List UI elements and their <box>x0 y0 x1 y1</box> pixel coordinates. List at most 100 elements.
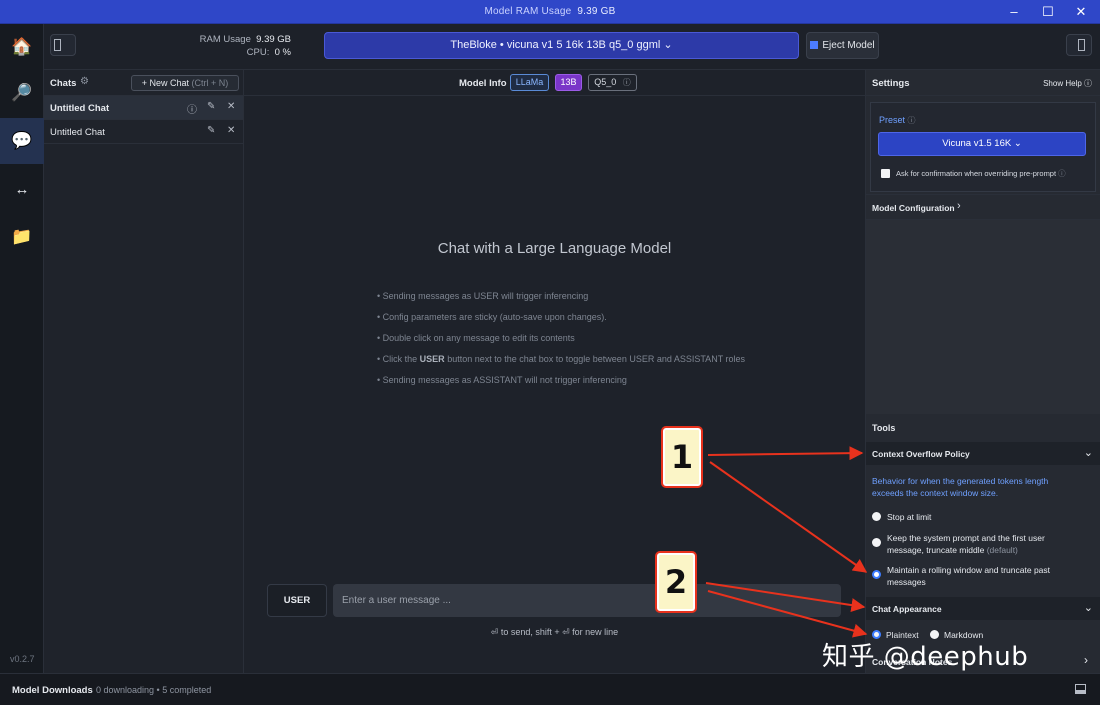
folder-icon[interactable]: 📁 <box>0 214 44 260</box>
cpu-value: 0 % <box>274 47 291 58</box>
settings-empty-area <box>866 220 1100 414</box>
window-title-value: 9.39 GB <box>577 6 616 17</box>
quant-label: Q5_0 <box>594 77 617 87</box>
chevron-down-icon: ⌄ <box>1083 602 1093 614</box>
tip-item: • Sending messages as USER will trigger … <box>377 291 589 301</box>
title-bar: Model RAM Usage 9.39 GB – ☐ ✕ <box>0 0 1100 24</box>
preset-selector[interactable]: Vicuna v1.5 16K ⌄ <box>878 132 1086 156</box>
chat-appearance-header[interactable]: Chat Appearance ⌄ <box>866 597 1100 620</box>
role-toggle-button[interactable]: USER <box>267 584 327 617</box>
chat-list-item[interactable]: Untitled Chat ⓘ ✎ ✕ <box>44 96 243 120</box>
settings-header: Settings Show Help ⓘ <box>866 70 1100 96</box>
chevron-down-icon: ⌄ <box>663 39 673 51</box>
toggle-left-panel-button[interactable] <box>50 34 76 56</box>
chevron-down-icon: ⌄ <box>1083 447 1093 459</box>
confirm-override-checkbox[interactable]: Ask for confirmation when overriding pre… <box>881 168 1066 179</box>
model-selector[interactable]: TheBloke • vicuna v1 5 16k 13B q5_0 ggml… <box>324 32 799 59</box>
chat-name: Untitled Chat <box>50 103 110 114</box>
close-icon[interactable]: ✕ <box>227 101 235 112</box>
eject-icon <box>810 41 819 49</box>
new-chat-button[interactable]: + New Chat (Ctrl + N) <box>131 75 239 91</box>
show-help-label: Show Help <box>1043 79 1082 88</box>
rolling-window-label: Maintain a rolling window and truncate p… <box>887 565 1051 587</box>
context-overflow-policy-header[interactable]: Context Overflow Policy ⌄ <box>866 442 1100 465</box>
chats-panel: Chats ⚙ + New Chat (Ctrl + N) Untitled C… <box>44 70 244 673</box>
info-icon: ⓘ <box>622 78 631 87</box>
show-help-button[interactable]: Show Help ⓘ <box>1043 78 1092 89</box>
maximize-button[interactable]: ☐ <box>1033 2 1063 22</box>
stop-at-limit-radio[interactable]: Stop at limit <box>872 511 1072 523</box>
annotation-callout-2: 2 <box>655 551 697 613</box>
chevron-down-icon: ⌄ <box>1013 138 1022 149</box>
radio-icon[interactable] <box>872 512 881 521</box>
chat-icon[interactable]: 💬 <box>0 118 44 164</box>
stop-at-limit-label: Stop at limit <box>887 512 932 522</box>
checkbox-icon[interactable] <box>881 169 890 178</box>
model-name: TheBloke • vicuna v1 5 16k 13B q5_0 ggml <box>450 39 661 51</box>
settings-panel: Settings Show Help ⓘ Preset ⓘ Vicuna v1.… <box>865 70 1100 673</box>
help-icon: ⓘ <box>1084 79 1092 88</box>
preset-value: Vicuna v1.5 16K <box>942 138 1012 149</box>
confirm-override-label: Ask for confirmation when overriding pre… <box>896 169 1057 178</box>
close-icon[interactable]: ✕ <box>227 125 235 136</box>
model-info-label: Model Info <box>459 78 507 89</box>
watermark-text: 知乎 @deephub <box>822 642 1029 672</box>
truncate-middle-radio[interactable]: Keep the system prompt and the first use… <box>872 532 1072 556</box>
top-bar: RAM Usage 9.39 GB CPU: 0 % TheBloke • vi… <box>44 24 1100 70</box>
info-icon: ⓘ <box>907 116 916 125</box>
chats-title: Chats <box>50 78 77 89</box>
gear-icon[interactable]: ⚙ <box>80 76 89 87</box>
model-configuration-section[interactable]: Model Configuration › <box>866 194 1100 220</box>
context-overflow-policy-label: Context Overflow Policy <box>872 449 970 459</box>
tip-item: • Click the USER button next to the chat… <box>377 354 745 375</box>
model-configuration-label: Model Configuration <box>872 203 955 213</box>
ram-label: RAM Usage <box>199 34 251 45</box>
tips-list: • Sending messages as USER will trigger … <box>377 291 745 396</box>
model-info-bar: Model Info LLaMa 13B Q5_0 ⓘ <box>244 70 865 96</box>
arch-badge: LLaMa <box>510 74 549 91</box>
radio-selected-icon[interactable] <box>872 570 881 579</box>
tip-prefix: • Click the <box>377 354 420 364</box>
downloads-status: 0 downloading • 5 completed <box>96 685 212 695</box>
edit-icon[interactable]: ✎ <box>207 101 215 112</box>
preset-label-text: Preset <box>879 115 906 125</box>
model-downloads-button[interactable]: Model Downloads <box>12 685 93 696</box>
left-rail: 🏠 🔎 💬 ↔ 📁 v0.2.7 <box>0 24 44 673</box>
window-title-label: Model RAM Usage <box>484 6 572 17</box>
chat-appearance-label: Chat Appearance <box>872 604 942 614</box>
chevron-right-icon: › <box>1084 653 1088 667</box>
minimize-button[interactable]: – <box>999 2 1029 22</box>
chat-list-item[interactable]: Untitled Chat ✎ ✕ <box>44 120 243 144</box>
send-hint: ⏎ to send, shift + ⏎ for new line <box>490 627 619 637</box>
app-version: v0.2.7 <box>10 654 35 664</box>
settings-title: Settings <box>872 78 910 89</box>
new-chat-label: + New Chat <box>141 78 189 88</box>
quant-badge: Q5_0 ⓘ <box>588 74 637 91</box>
terminal-icon[interactable] <box>1075 684 1086 694</box>
close-window-button[interactable]: ✕ <box>1066 2 1096 22</box>
radio-icon[interactable] <box>872 538 881 547</box>
edit-icon[interactable]: ✎ <box>207 125 215 136</box>
ram-usage: RAM Usage 9.39 GB CPU: 0 % <box>199 33 291 59</box>
eject-model-button[interactable]: Eject Model <box>806 32 879 59</box>
tip-bold: USER <box>419 354 445 364</box>
empty-state-title: Chat with a Large Language Model <box>437 240 672 257</box>
transfer-icon[interactable]: ↔ <box>0 166 44 212</box>
search-icon[interactable]: 🔎 <box>0 70 44 116</box>
tip-item: • Double click on any message to edit it… <box>377 333 575 343</box>
message-input[interactable] <box>333 584 841 617</box>
cpu-label: CPU: <box>246 47 270 58</box>
tip-suffix: button next to the chat box to toggle be… <box>444 354 746 364</box>
new-chat-shortcut: (Ctrl + N) <box>191 78 229 88</box>
rolling-window-radio[interactable]: Maintain a rolling window and truncate p… <box>872 564 1072 588</box>
annotation-callout-1: 1 <box>661 426 703 488</box>
overflow-policy-description: Behavior for when the generated tokens l… <box>872 476 1049 498</box>
bottom-bar: Model Downloads 0 downloading • 5 comple… <box>0 673 1100 705</box>
size-badge: 13B <box>555 74 582 91</box>
preset-section: Preset ⓘ Vicuna v1.5 16K ⌄ Ask for confi… <box>870 102 1096 192</box>
truncate-middle-label: Keep the system prompt and the first use… <box>887 533 1045 555</box>
window-title: Model RAM Usage 9.39 GB <box>0 6 1100 17</box>
home-icon[interactable]: 🏠 <box>0 24 44 70</box>
info-icon[interactable]: ⓘ <box>187 101 197 116</box>
toggle-right-panel-button[interactable] <box>1066 34 1092 56</box>
